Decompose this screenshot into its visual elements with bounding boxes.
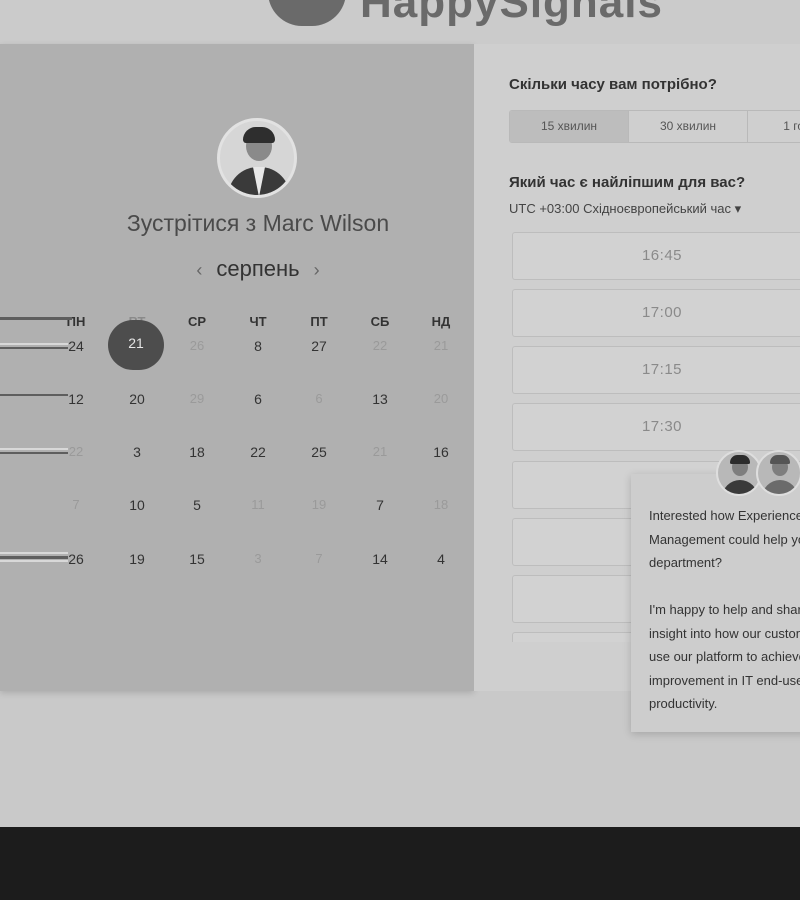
left-edge-bar — [0, 317, 72, 320]
calendar-day[interactable]: 11 — [238, 497, 278, 512]
prev-month-icon[interactable]: ‹ — [196, 260, 202, 281]
logo-text: HappySignals — [360, 0, 663, 27]
month-navigation: ‹ серпень › — [0, 256, 516, 282]
calendar-day[interactable]: 20 — [421, 391, 461, 406]
calendar-day[interactable]: 6 — [299, 391, 339, 406]
calendar-day[interactable]: 19 — [117, 551, 157, 567]
calendar-day[interactable]: 15 — [177, 551, 217, 567]
month-label: серпень — [216, 256, 300, 281]
logo-icon — [268, 0, 346, 26]
duration-heading: Скільки часу вам потрібно? — [509, 76, 717, 93]
timezone-select[interactable]: UTC +03:00 Східноєвропейський час ▾ — [509, 201, 741, 217]
calendar-day[interactable]: 13 — [360, 391, 400, 407]
calendar-day[interactable]: 29 — [177, 391, 217, 406]
weekday-fri: ПТ — [310, 314, 328, 329]
weekday-wed: СР — [187, 314, 207, 329]
calendar-day[interactable]: 21 — [360, 444, 400, 459]
host-avatar — [217, 118, 297, 198]
footer — [0, 827, 800, 900]
time-slot[interactable]: 16:45 — [512, 232, 800, 280]
weekday-sat: СБ — [370, 314, 390, 329]
time-slot[interactable]: 17:00 — [512, 289, 800, 337]
calendar-day[interactable]: 10 — [117, 497, 157, 513]
calendar-day[interactable]: 6 — [238, 391, 278, 407]
time-slot[interactable]: 17:30 — [512, 403, 800, 451]
meeting-title: Зустрітися з Marc Wilson — [126, 210, 390, 236]
time-heading: Який час є найліпшим для вас? — [509, 174, 746, 191]
calendar-day[interactable]: 25 — [299, 444, 339, 460]
weekday-thu: ЧТ — [249, 314, 267, 329]
calendar-day[interactable]: 18 — [421, 497, 461, 512]
calendar-panel: Зустрітися з Marc Wilson ‹серпень› ПН ВТ… — [0, 44, 474, 691]
calendar-day[interactable]: 3 — [117, 444, 157, 460]
calendar-day[interactable]: 3 — [238, 551, 278, 566]
calendar-day[interactable]: 14 — [360, 551, 400, 567]
time-slot[interactable]: 17:15 — [512, 346, 800, 394]
calendar-day[interactable]: 22 — [56, 444, 96, 459]
calendar-day[interactable]: 8 — [238, 338, 278, 354]
calendar-day[interactable]: 16 — [421, 444, 461, 460]
chat-message: Interested how Experience Management cou… — [649, 508, 800, 711]
calendar-day[interactable]: 12 — [56, 391, 96, 407]
chat-popup[interactable]: Interested how Experience Management cou… — [631, 474, 800, 732]
calendar-day[interactable]: 18 — [177, 444, 217, 460]
calendar-day[interactable]: 22 — [238, 444, 278, 460]
calendar-day[interactable]: 7 — [299, 551, 339, 566]
next-month-icon[interactable]: › — [314, 260, 320, 281]
duration-option-60[interactable]: 1 година — [748, 111, 800, 142]
duration-option-30[interactable]: 30 хвилин — [629, 111, 748, 142]
calendar-day[interactable]: 5 — [177, 497, 217, 513]
calendar-day[interactable]: 19 — [299, 497, 339, 512]
duration-option-15[interactable]: 15 хвилин — [510, 111, 629, 142]
calendar-day[interactable]: 20 — [117, 391, 157, 407]
calendar-day[interactable]: 7 — [360, 497, 400, 513]
selected-day[interactable]: 21 — [108, 320, 164, 370]
chat-agent-avatar[interactable] — [756, 450, 800, 496]
calendar-day[interactable]: 4 — [421, 551, 461, 567]
duration-selector: 15 хвилин 30 хвилин 1 година — [509, 110, 800, 143]
header: HappySignals — [0, 0, 800, 44]
calendar-day[interactable]: 26 — [56, 551, 96, 567]
weekday-sun: НД — [431, 314, 451, 329]
calendar-day[interactable]: 21 — [421, 338, 461, 353]
calendar-day[interactable]: 7 — [56, 497, 96, 512]
calendar-day[interactable]: 22 — [360, 338, 400, 353]
calendar-day[interactable]: 27 — [299, 338, 339, 354]
calendar-day[interactable]: 26 — [177, 338, 217, 353]
calendar-day[interactable]: 24 — [56, 338, 96, 354]
